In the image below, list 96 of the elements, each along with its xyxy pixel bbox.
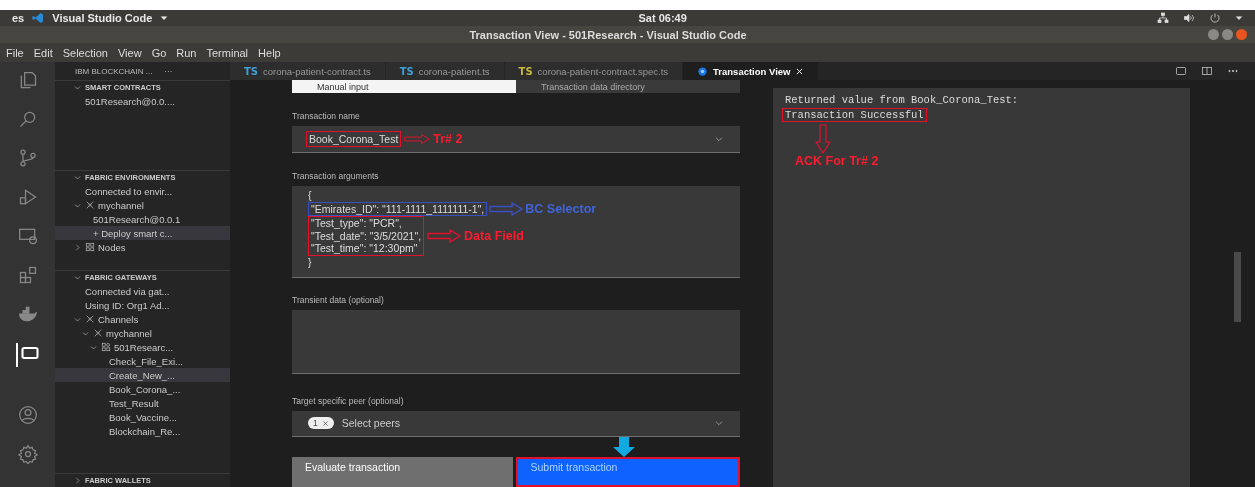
tree-item[interactable]: Book_Vaccine...	[55, 410, 230, 424]
count-tag[interactable]: 1	[308, 417, 334, 430]
menu-item[interactable]: File	[6, 46, 24, 59]
field-label: Transaction arguments	[292, 171, 380, 182]
extensions-icon[interactable]	[17, 265, 38, 285]
code-line: "Test_type": "PCR",	[311, 217, 403, 230]
clock[interactable]: Sat 06:49	[638, 12, 687, 24]
tree-item[interactable]: Nodes	[55, 240, 230, 254]
maximize-button[interactable]	[1222, 29, 1233, 40]
chevron-icon[interactable]	[73, 83, 82, 92]
editor-tab[interactable]: TS corona-patient-contract.spec.ts	[504, 62, 684, 80]
arguments-textarea[interactable]: { "Emirates_ID": "111-1111_1111111-1", BC Selector "Test_type": "PCR", "Test_date": "3/5/2021", "Test_time": "12:30pm" Data Field }	[292, 186, 740, 278]
file-type-label: TS	[518, 65, 533, 77]
nodes-icon	[85, 242, 95, 252]
code-line: "Test_time": "12:30pm"	[311, 242, 419, 255]
menu-item[interactable]: Selection	[62, 46, 108, 59]
code-line: {	[308, 189, 313, 202]
tree-item[interactable]: 501Research@0.0....	[55, 94, 230, 108]
code-line: "Test_date": "3/5/2021",	[311, 229, 422, 243]
menu-item[interactable]: Edit	[33, 46, 53, 59]
tree-item[interactable]: Book_Corona_...	[55, 382, 230, 396]
minimize-button[interactable]	[1208, 29, 1219, 40]
window-title: Transaction View - 501Research - Visual Studio Code	[469, 28, 747, 41]
app-menu[interactable]: Visual Studio Code	[52, 12, 153, 24]
channel-icon	[85, 200, 95, 210]
settings-icon[interactable]	[17, 444, 38, 464]
tree-item[interactable]: Using ID: Org1 Ad...	[55, 298, 230, 312]
sidebar-title: IBM BLOCKCHAIN ...	[75, 66, 153, 76]
monitor-icon[interactable]	[17, 226, 38, 246]
tree-item[interactable]: Check_File_Exi...	[55, 354, 230, 368]
channel-icon	[93, 328, 103, 338]
editor-tab[interactable]: Transaction View	[683, 62, 820, 80]
layout-icon[interactable]	[1175, 65, 1187, 77]
chevron-icon[interactable]	[73, 476, 82, 485]
tree-item[interactable]: Connected via gat...	[55, 284, 230, 298]
file-type-label: TS	[244, 65, 259, 77]
tree-item[interactable]: mychannel	[55, 198, 230, 212]
annotation-arrow	[489, 201, 524, 216]
tree-item[interactable]: Connected to envir...	[55, 184, 230, 198]
menu-item[interactable]: Run	[176, 46, 197, 59]
input-mode-tab[interactable]: Transaction data directory	[516, 80, 740, 94]
tree-item[interactable]: Test_Result	[55, 396, 230, 410]
tree-item[interactable]: + Deploy smart c...	[55, 226, 230, 240]
tree-item[interactable]: Create_New_...	[55, 368, 230, 382]
scrollbar[interactable]	[1234, 252, 1241, 322]
menu-item[interactable]: Help	[258, 46, 281, 59]
tree-item[interactable]: 501Researc...	[55, 340, 230, 354]
split-editor-icon[interactable]	[1201, 65, 1213, 77]
evaluate-button[interactable]: Evaluate transaction	[292, 456, 513, 487]
menu-item[interactable]: View	[117, 46, 142, 59]
file-type-label: TS	[399, 65, 414, 77]
more-actions[interactable]: ···	[164, 66, 173, 76]
power-icon[interactable]	[1209, 12, 1221, 24]
tree-item[interactable]: mychannel	[55, 326, 230, 340]
account-icon[interactable]	[17, 405, 38, 425]
annotation-arrow	[815, 124, 831, 154]
branch-icon[interactable]	[17, 148, 38, 168]
network-icon[interactable]	[1157, 12, 1169, 24]
chevron-icon[interactable]	[73, 173, 82, 182]
app-logo-icon	[32, 12, 45, 24]
menu-item[interactable]: Go	[151, 46, 167, 59]
whale-icon[interactable]	[17, 304, 38, 324]
tree-item[interactable]: Channels	[55, 312, 230, 326]
annotation-arrow	[427, 228, 462, 243]
chevron-icon[interactable]	[73, 273, 82, 282]
annotation-label: ACK For Tr# 2	[795, 154, 879, 168]
output-line: Returned value from Book_Corona_Test:	[785, 94, 1019, 106]
channel-icon	[85, 314, 95, 324]
field-label: Target specific peer (optional)	[292, 395, 405, 406]
play-bug-icon[interactable]	[17, 187, 38, 207]
placeholder: Select peers	[341, 417, 401, 430]
close-button[interactable]	[1236, 29, 1247, 40]
circle-icon	[697, 65, 709, 77]
volume-icon[interactable]	[1183, 12, 1195, 24]
editor-tab[interactable]: TS corona-patient.ts	[385, 62, 505, 80]
annotation-label: Data Field	[464, 229, 524, 243]
annotation-label: Tr# 2	[433, 132, 463, 147]
peer-select[interactable]: 1 Select peers	[292, 410, 740, 437]
annotation-arrow	[404, 132, 431, 147]
input-mode-tab[interactable]: Manual input	[292, 80, 516, 94]
tree-item[interactable]: 501Research@0.0.1	[55, 212, 230, 226]
field-label: Transient data (optional)	[292, 294, 385, 305]
contract-icon	[101, 342, 111, 352]
caret-icon[interactable]	[1235, 14, 1243, 22]
code-line: }	[308, 255, 313, 269]
annotation-arrow	[613, 436, 635, 457]
caret-icon[interactable]	[160, 14, 169, 22]
annotation-label: BC Selector	[525, 202, 597, 216]
chevron-icon[interactable]	[73, 242, 82, 252]
editor-tab[interactable]: TS corona-patient-contract.ts	[230, 62, 386, 80]
field-label: Transaction name	[292, 111, 361, 122]
tree-item[interactable]: Blockchain_Re...	[55, 424, 230, 438]
activities-label[interactable]: es	[12, 12, 25, 24]
transaction-select[interactable]: Book_Corona_Test Tr# 2	[292, 126, 740, 154]
menu-item[interactable]: Terminal	[206, 46, 249, 59]
selected-value: Book_Corona_Test	[306, 131, 402, 148]
